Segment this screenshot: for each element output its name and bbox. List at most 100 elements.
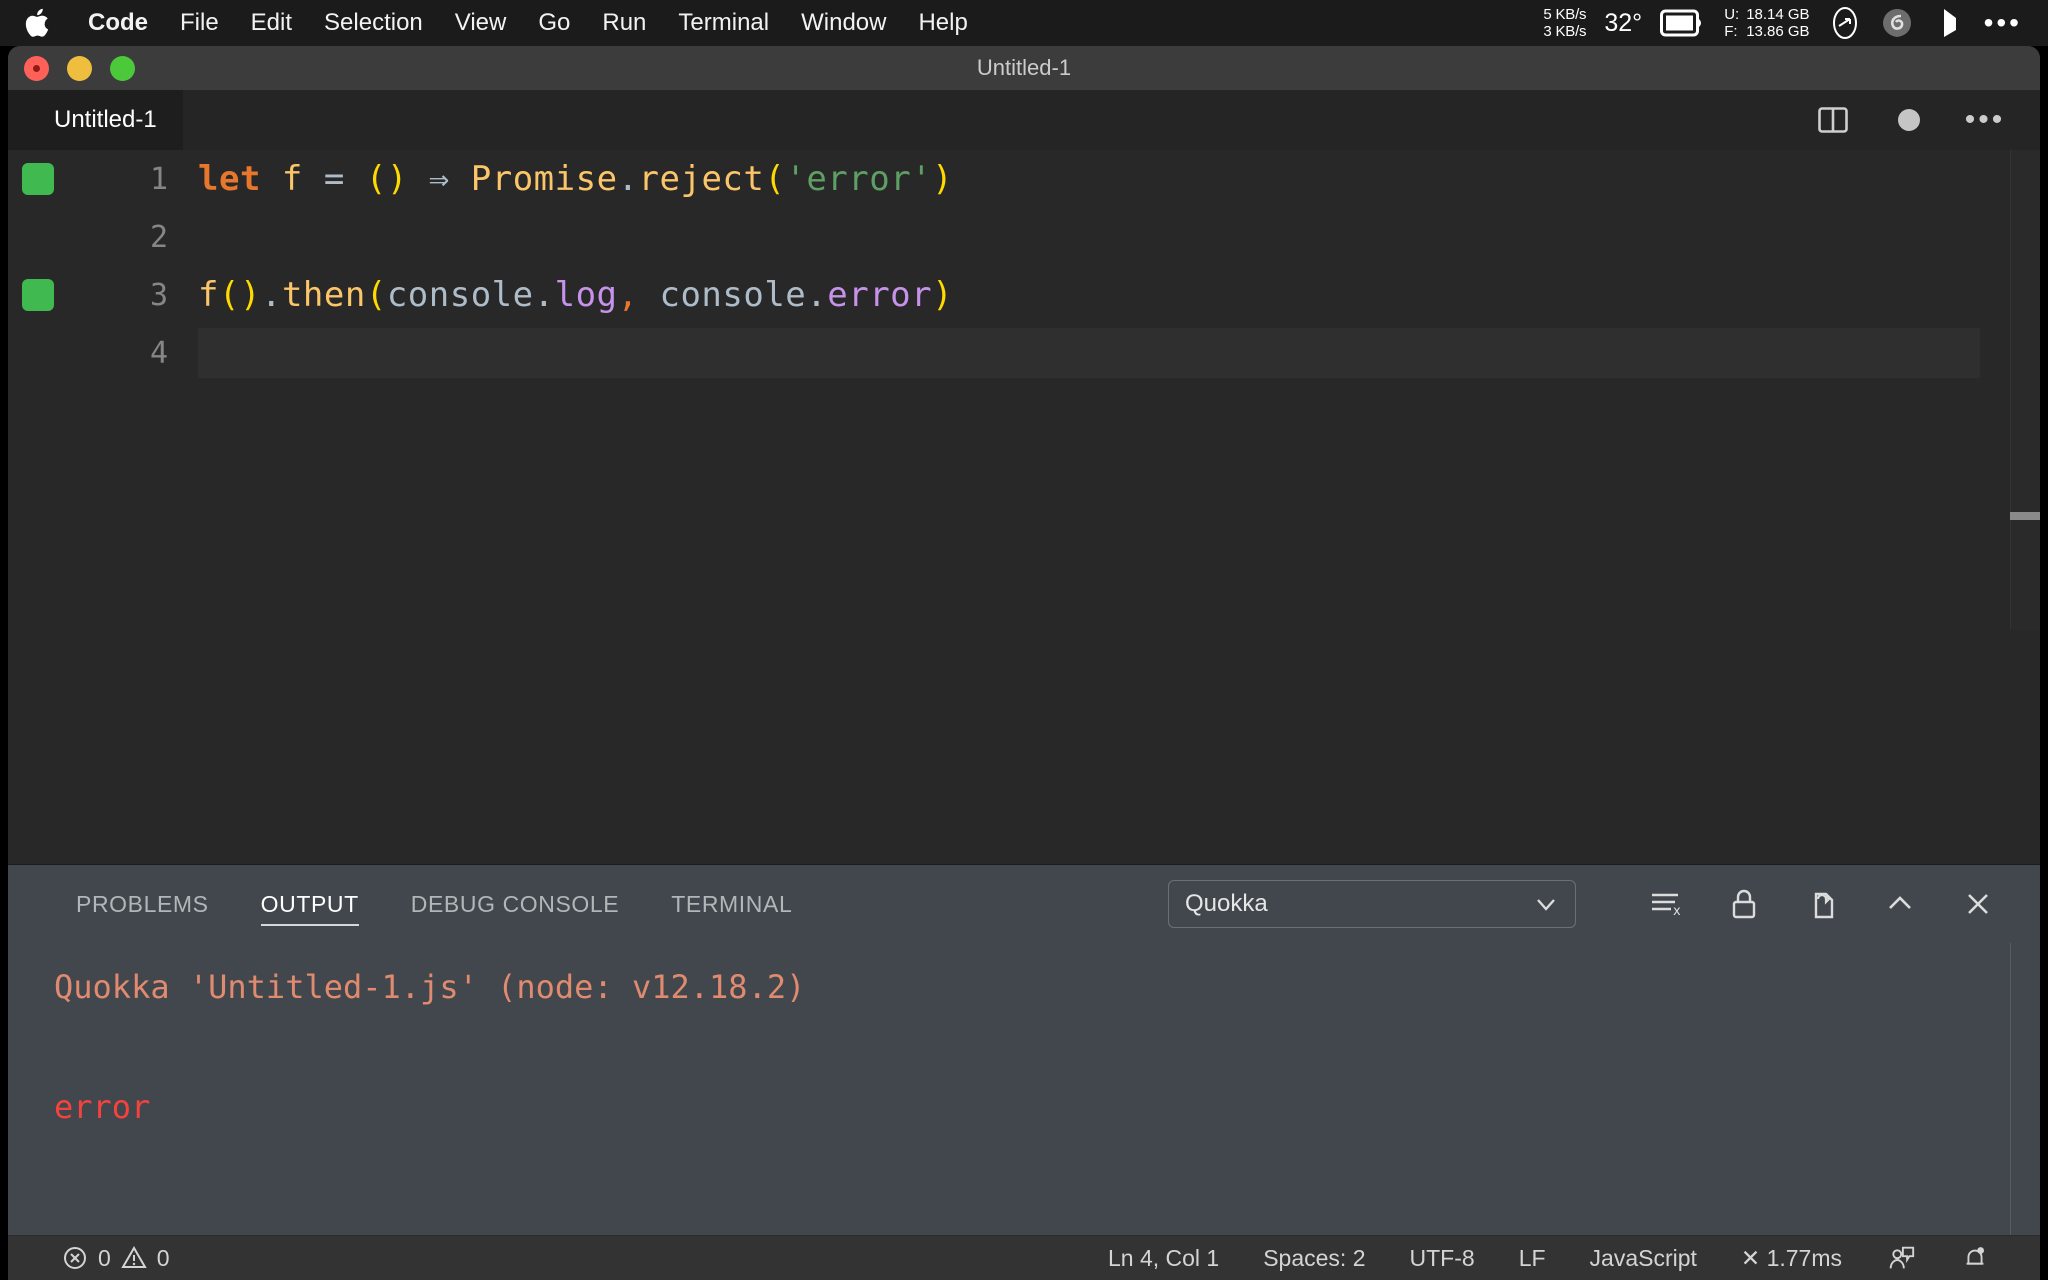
code-token: ) (932, 275, 954, 315)
code-token: log (554, 275, 618, 315)
code-editor[interactable]: 1 let f = () ⇒ Promise.reject('error') 2 3 f… (8, 150, 2040, 864)
speedometer-icon[interactable] (1828, 6, 1862, 40)
flag-icon[interactable] (1932, 6, 1966, 40)
network-upload-speed: 5 KB/s (1543, 6, 1587, 23)
panel-header: PROBLEMS OUTPUT DEBUG CONSOLE TERMINAL Quok… (8, 865, 2040, 943)
menubar-item-window[interactable]: Window (785, 0, 902, 46)
menubar-item-view[interactable]: View (439, 0, 523, 46)
split-editor-icon[interactable] (1816, 103, 1850, 137)
editor-tab-actions: ••• (1816, 90, 2040, 150)
editor-tabbar: Untitled-1 ••• (8, 90, 2040, 150)
status-quokka-time[interactable]: ✕ 1.77ms (1719, 1245, 1864, 1272)
memory-free-value: 13.86 GB (1746, 23, 1810, 40)
apple-logo-icon[interactable] (24, 6, 54, 40)
collapse-panel-icon[interactable] (1872, 876, 1928, 932)
code-token: console (386, 275, 534, 315)
panel-tab-debug-console[interactable]: DEBUG CONSOLE (385, 865, 645, 943)
editor-line-number: 2 (149, 219, 168, 255)
panel-scrollbar[interactable] (2010, 943, 2040, 1236)
window-title: Untitled-1 (976, 55, 1072, 80)
menubar-item-go[interactable]: Go (522, 0, 586, 46)
cpu-temperature[interactable]: 32° (1604, 9, 1642, 38)
status-encoding[interactable]: UTF-8 (1388, 1245, 1497, 1272)
code-token: . (806, 275, 828, 315)
status-bar-left: 0 0 (8, 1243, 192, 1273)
code-token: f (281, 159, 303, 199)
code-token: reject (638, 159, 765, 199)
editor-line-number: 4 (149, 335, 168, 371)
status-cursor-position[interactable]: Ln 4, Col 1 (1086, 1245, 1241, 1272)
panel-actions: Quokka x (1168, 876, 2040, 932)
lock-scroll-icon[interactable] (1716, 876, 1772, 932)
code-token: . (533, 275, 555, 315)
menubar-item-edit[interactable]: Edit (235, 0, 308, 46)
status-eol[interactable]: LF (1497, 1245, 1568, 1272)
output-content[interactable]: Quokka 'Untitled-1.js' (node: v12.18.2) … (8, 943, 2040, 1236)
warning-triangle-icon (119, 1243, 149, 1273)
network-speed-indicator[interactable]: 5 KB/s 3 KB/s (1543, 6, 1586, 40)
spiral-icon[interactable] (1880, 6, 1914, 40)
status-bar: 0 0 Ln 4, Col 1 Spaces: 2 UTF-8 LF JavaS… (8, 1235, 2040, 1280)
code-token: 'error' (785, 159, 933, 199)
editor-scrollbar-region[interactable] (1980, 150, 2040, 864)
status-warning-count: 0 (156, 1244, 170, 1271)
memory-used-value: 18.14 GB (1746, 6, 1810, 23)
editor-line[interactable]: 1 let f = () ⇒ Promise.reject('error') (8, 150, 2040, 208)
code-token: , (617, 275, 639, 315)
unsaved-dot-icon[interactable] (1892, 103, 1926, 137)
editor-line-code: f().then(console.log, console.error) (198, 275, 953, 315)
chevron-down-icon (1533, 891, 1559, 917)
menubar-item-selection[interactable]: Selection (308, 0, 439, 46)
maximize-button[interactable] (110, 55, 135, 81)
more-actions-icon[interactable]: ••• (1965, 103, 2003, 137)
code-token: ( (365, 275, 387, 315)
output-line: Quokka 'Untitled-1.js' (node: v12.18.2) (54, 968, 806, 1006)
close-button[interactable] (24, 55, 49, 81)
svg-text:x: x (1673, 904, 1681, 919)
network-download-speed: 3 KB/s (1543, 23, 1587, 40)
status-problems[interactable]: 0 0 (38, 1243, 192, 1273)
output-channel-select[interactable]: Quokka (1168, 880, 1576, 928)
menubar-item-file[interactable]: File (164, 0, 235, 46)
status-bar-right: Ln 4, Col 1 Spaces: 2 UTF-8 LF JavaScrip… (1086, 1243, 2040, 1273)
current-line-highlight (198, 328, 1980, 378)
status-language-mode[interactable]: JavaScript (1568, 1245, 1719, 1272)
menubar-item-run[interactable]: Run (586, 0, 662, 46)
window-titlebar: Untitled-1 (8, 46, 2040, 90)
window-traffic-lights (24, 46, 135, 90)
code-token: error (827, 275, 933, 315)
code-token: = (323, 159, 345, 199)
editor-overview-ruler[interactable] (2010, 150, 2040, 630)
menubar-item-code[interactable]: Code (72, 0, 164, 46)
memory-free-label: F: (1724, 23, 1738, 40)
status-indentation[interactable]: Spaces: 2 (1241, 1245, 1387, 1272)
vscode-window: Untitled-1 Untitled-1 ••• 1 let f = () ⇒ … (8, 46, 2040, 1280)
editor-line[interactable]: 3 f().then(console.log, console.error) (8, 266, 2040, 324)
memory-indicator[interactable]: U: 18.14 GB F: 13.86 GB (1724, 6, 1809, 40)
menubar-item-terminal[interactable]: Terminal (662, 0, 785, 46)
editor-line-code: let f = () ⇒ Promise.reject('error') (198, 159, 953, 199)
menubar-item-help[interactable]: Help (902, 0, 983, 46)
editor-line[interactable]: 2 (8, 208, 2040, 266)
editor-line[interactable]: 4 (8, 324, 2040, 382)
feedback-icon[interactable] (1864, 1243, 1938, 1273)
bottom-panel: PROBLEMS OUTPUT DEBUG CONSOLE TERMINAL Quok… (8, 864, 2040, 1236)
clear-output-icon[interactable]: x (1638, 876, 1694, 932)
tabbar-spacer (182, 90, 1816, 150)
minimize-button[interactable] (67, 55, 92, 81)
editor-tab-untitled-1[interactable]: Untitled-1 (8, 90, 183, 150)
code-token: ) (932, 159, 954, 199)
panel-tab-terminal[interactable]: TERMINAL (645, 865, 818, 943)
code-token: ( (764, 159, 786, 199)
battery-icon[interactable] (1660, 8, 1706, 38)
close-panel-icon[interactable] (1950, 876, 2006, 932)
panel-tab-problems[interactable]: PROBLEMS (50, 865, 235, 943)
bell-icon[interactable] (1938, 1243, 2012, 1273)
panel-tab-output[interactable]: OUTPUT (235, 865, 385, 943)
control-center-ellipsis-icon[interactable]: ••• (1984, 9, 2022, 37)
open-in-editor-icon[interactable] (1794, 876, 1850, 932)
memory-used-label: U: (1724, 6, 1740, 23)
code-token: ) (386, 159, 408, 199)
